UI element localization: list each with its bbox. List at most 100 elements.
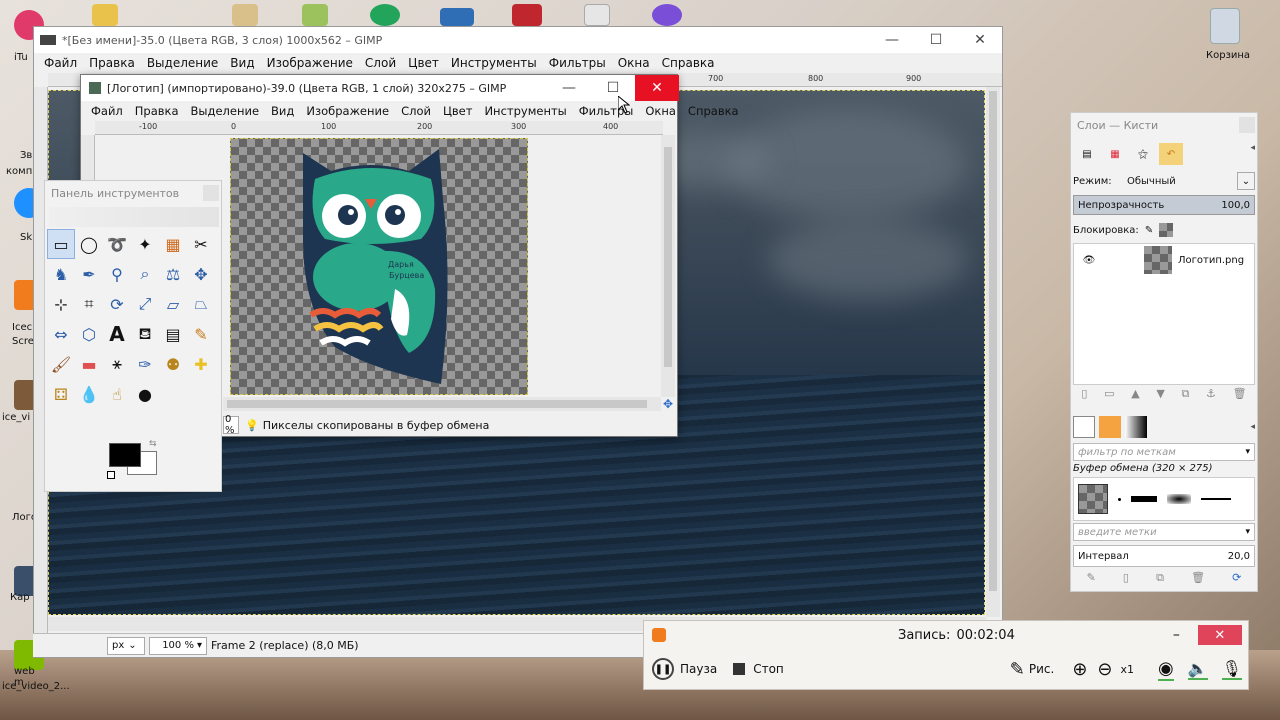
logo-menu-tools[interactable]: Инструменты	[478, 104, 572, 118]
perspective-icon[interactable]: ⏢	[187, 289, 215, 319]
default-colors-icon[interactable]	[107, 471, 115, 479]
brush-clipboard-thumb[interactable]	[1078, 484, 1108, 514]
pause-button[interactable]: Пауза	[680, 662, 717, 676]
new-group-icon[interactable]: ▭	[1104, 387, 1114, 405]
duplicate-layer-icon[interactable]: ⧉	[1182, 387, 1190, 405]
main-close-button[interactable]: ✕	[958, 27, 1002, 53]
folder-icon[interactable]	[92, 4, 118, 26]
logo-horizontal-scrollbar[interactable]	[223, 397, 661, 411]
microphone-icon[interactable]: 🎙	[1221, 659, 1242, 680]
eye-visibility-icon[interactable]: 👁	[1074, 255, 1104, 266]
wilber-drop-area[interactable]	[49, 207, 219, 227]
logo-menu-color[interactable]: Цвет	[437, 104, 478, 118]
foreground-select-icon[interactable]: ♞	[47, 259, 75, 289]
stop-icon[interactable]	[733, 663, 746, 675]
stop-button[interactable]: Стоп	[753, 662, 784, 676]
color-picker-icon[interactable]: ⚲	[103, 259, 131, 289]
scale-icon[interactable]: ⤢	[131, 289, 159, 319]
flip-icon[interactable]: ⇔	[47, 319, 75, 349]
main-menu-select[interactable]: Выделение	[141, 56, 224, 70]
logo-close-button[interactable]: ✕	[635, 75, 679, 101]
logo-menu-image[interactable]: Изображение	[300, 104, 395, 118]
archive-green-icon[interactable]	[302, 4, 328, 26]
opacity-slider[interactable]: Непрозрачность 100,0	[1073, 195, 1255, 215]
brush-lock-icon[interactable]: ✎	[1145, 225, 1153, 236]
move-icon[interactable]: ✥	[187, 259, 215, 289]
logo-menu-view[interactable]: Вид	[265, 104, 300, 118]
cage-icon[interactable]: ⬡	[75, 319, 103, 349]
brush-thumb[interactable]	[1118, 497, 1121, 501]
layer-name[interactable]: Логотип.png	[1178, 255, 1244, 266]
perspective-clone-icon[interactable]: ⚃	[47, 379, 75, 409]
dodge-burn-icon[interactable]: ●	[131, 379, 159, 409]
logo-menu-help[interactable]: Справка	[682, 104, 745, 118]
lasso-icon[interactable]: ➰	[103, 229, 131, 259]
brushes-tab-icon[interactable]	[1073, 416, 1095, 438]
brush-thumb[interactable]	[1201, 498, 1231, 500]
new-layer-icon[interactable]: ▯	[1081, 387, 1087, 405]
document-icon[interactable]	[584, 4, 610, 26]
main-minimize-button[interactable]: —	[870, 27, 914, 53]
archive-icon[interactable]	[232, 4, 258, 26]
edit-brush-icon[interactable]: ✎	[1087, 571, 1096, 589]
lower-layer-icon[interactable]: ▼	[1156, 387, 1164, 405]
main-menu-tools[interactable]: Инструменты	[445, 56, 543, 70]
logo-zoom-select[interactable]: 0 %	[223, 414, 239, 436]
smudge-icon[interactable]: ☝	[103, 379, 131, 409]
logo-menu-windows[interactable]: Окна	[639, 104, 682, 118]
logo-horizontal-ruler[interactable]: -100 0 100 200 300 400	[95, 121, 663, 135]
swap-colors-icon[interactable]: ⇆	[149, 439, 157, 449]
align-icon[interactable]: ⊹	[47, 289, 75, 319]
paths-tab-icon[interactable]: ⚝	[1131, 143, 1155, 165]
viber-icon[interactable]	[652, 4, 682, 26]
new-brush-icon[interactable]: ▯	[1123, 571, 1129, 589]
blur-icon[interactable]: 💧	[75, 379, 103, 409]
logo-vertical-scrollbar[interactable]	[661, 135, 675, 397]
logo-menu-select[interactable]: Выделение	[185, 104, 266, 118]
main-menu-layer[interactable]: Слой	[359, 56, 402, 70]
brush-thumb[interactable]	[1167, 494, 1191, 504]
heal-icon[interactable]: ✚	[187, 349, 215, 379]
measure-icon[interactable]: ⚖	[159, 259, 187, 289]
zoom-select[interactable]: 100 % ▾	[149, 636, 207, 655]
monitor-icon[interactable]	[440, 8, 474, 26]
brush-thumb[interactable]	[1131, 496, 1157, 502]
logo-menu-file[interactable]: Файл	[85, 104, 129, 118]
chevron-down-icon[interactable]: ⌄	[1237, 172, 1255, 190]
channels-tab-icon[interactable]: ▦	[1103, 143, 1127, 165]
main-vscroll-thumb[interactable]	[989, 91, 997, 591]
patterns-tab-icon[interactable]	[1099, 416, 1121, 438]
color-select-icon[interactable]: ▦	[159, 229, 187, 259]
pause-icon[interactable]: ❚❚	[652, 658, 674, 680]
text-icon[interactable]: A	[103, 319, 131, 349]
eraser-icon[interactable]: ▬	[75, 349, 103, 379]
webcam-icon[interactable]: ◉	[1158, 658, 1174, 681]
wifi-app-icon[interactable]	[370, 4, 400, 26]
logo-menu-layer[interactable]: Слой	[395, 104, 437, 118]
bucket-fill-icon[interactable]: ⛾	[131, 319, 159, 349]
zoom-in-icon[interactable]: ⊕	[1072, 659, 1087, 680]
ink-icon[interactable]: ✑	[131, 349, 159, 379]
scissors-icon[interactable]: ✂	[187, 229, 215, 259]
speaker-icon[interactable]: 🔈	[1187, 659, 1208, 680]
ellipse-select-icon[interactable]: ◯	[75, 229, 103, 259]
logo-image-canvas[interactable]: Дарья Бурцева	[230, 138, 528, 395]
main-vertical-scrollbar[interactable]	[986, 87, 1000, 617]
fuzzy-select-icon[interactable]: ✦	[131, 229, 159, 259]
logo-menu-edit[interactable]: Правка	[129, 104, 185, 118]
recorder-minimize-button[interactable]: –	[1173, 627, 1180, 643]
pencil-icon[interactable]: ✎	[187, 319, 215, 349]
duplicate-brush-icon[interactable]: ⧉	[1156, 571, 1164, 589]
navigate-icon[interactable]: ✥	[663, 397, 673, 411]
delete-brush-icon[interactable]: 🗑	[1191, 571, 1205, 589]
refresh-brushes-icon[interactable]: ⟳	[1232, 571, 1241, 589]
main-menu-windows[interactable]: Окна	[612, 56, 656, 70]
delete-layer-icon[interactable]: 🗑	[1233, 387, 1247, 405]
main-menu-image[interactable]: Изображение	[261, 56, 359, 70]
chevron-down-icon[interactable]: ▾	[1245, 447, 1250, 457]
crop-icon[interactable]: ⌗	[75, 289, 103, 319]
main-maximize-button[interactable]: ☐	[914, 27, 958, 53]
brushes-grid[interactable]	[1073, 477, 1255, 521]
main-menu-edit[interactable]: Правка	[83, 56, 141, 70]
recorder-close-button[interactable]: ✕	[1197, 625, 1242, 645]
